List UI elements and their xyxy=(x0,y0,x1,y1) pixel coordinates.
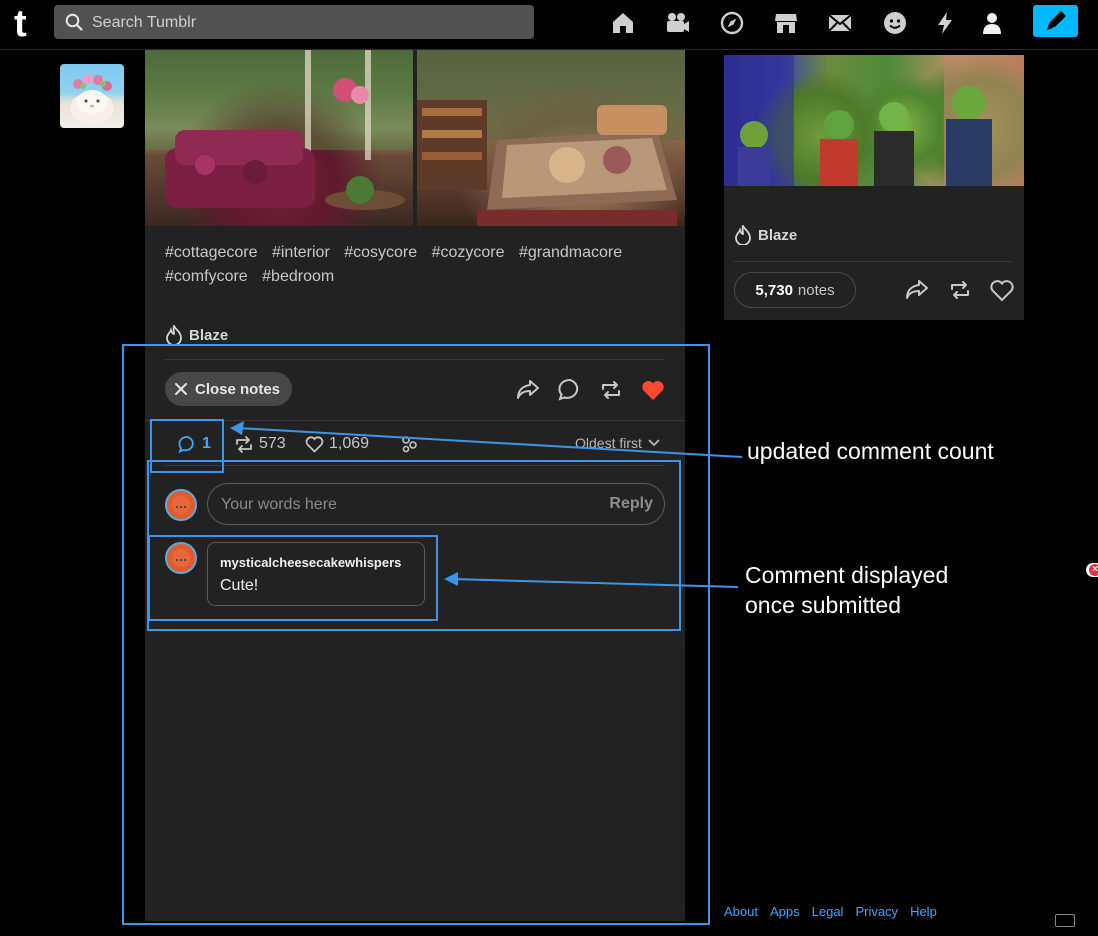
annotation-label-comment-displayed-2: once submitted xyxy=(745,592,901,618)
annotation-arrows xyxy=(230,421,743,588)
annotation-label-comment-displayed-1: Comment displayed xyxy=(745,562,949,588)
annotation-label-comment-count: updated comment count xyxy=(747,438,994,464)
